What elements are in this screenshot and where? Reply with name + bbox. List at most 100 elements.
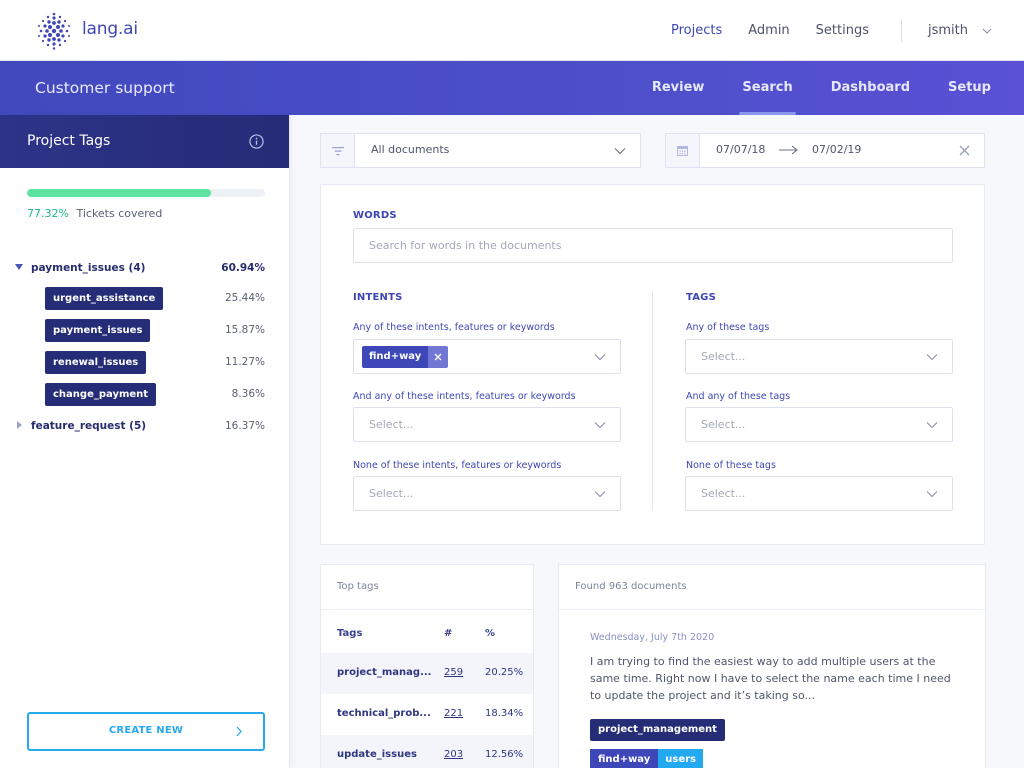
arrow-right-icon (779, 145, 798, 155)
tag-name: update_issues (337, 749, 417, 760)
tab-dashboard[interactable]: Dashboard (812, 61, 929, 115)
username: jsmith (928, 23, 968, 38)
intents-none-select[interactable]: Select... (353, 476, 621, 511)
table-row[interactable]: update_issues 203 12.56% (321, 735, 533, 768)
document-tag-chip[interactable]: project_management (590, 719, 725, 741)
section-divider (652, 291, 653, 511)
project-tabs: Review Search Dashboard Setup (633, 61, 1024, 115)
tag-tree: payment_issues (4) 60.94% urgent_assista… (0, 257, 290, 445)
tag-count-link[interactable]: 259 (444, 667, 463, 678)
sidebar-header: Project Tags (0, 115, 289, 168)
keyword-chip[interactable]: users (658, 749, 704, 768)
column-header-percent[interactable]: % (485, 628, 495, 639)
logo-text[interactable]: lang.ai (82, 19, 138, 39)
create-new-button[interactable]: CREATE NEW (27, 712, 265, 751)
table-row[interactable]: project_manag... 259 20.25% (321, 653, 533, 694)
coverage-progress-bar (27, 189, 265, 197)
chevron-right-icon (236, 726, 242, 737)
tag-percent: 12.56% (485, 749, 524, 760)
date-from-input[interactable]: 07/07/18 (716, 143, 765, 156)
top-tags-title: Top tags (337, 581, 379, 592)
calendar-icon-cell (666, 134, 700, 167)
tag-chip[interactable]: renewal_issues (45, 351, 147, 374)
select-placeholder: Select... (701, 418, 746, 431)
date-to-input[interactable]: 07/02/19 (812, 143, 861, 156)
nav-admin[interactable]: Admin (748, 23, 789, 38)
tags-none-label: None of these tags (686, 460, 776, 471)
tag-group-row[interactable]: payment_issues (4) 60.94% (0, 257, 290, 287)
filter-icon-cell (321, 134, 355, 167)
tag-percent: 20.25% (485, 667, 524, 678)
intent-token-label: find+way (362, 346, 429, 368)
date-range-filter[interactable]: 07/07/18 07/02/19 (665, 133, 985, 168)
tag-group-row[interactable]: feature_request (5) 16.37% (0, 415, 290, 445)
close-icon (434, 353, 442, 361)
column-header-count[interactable]: # (444, 628, 452, 639)
select-placeholder: Select... (369, 487, 414, 500)
table-row[interactable]: technical_prob... 221 18.34% (321, 694, 533, 735)
select-placeholder: Select... (701, 350, 746, 363)
intents-none-label: None of these intents, features or keywo… (353, 460, 562, 471)
results-count: Found 963 documents (575, 581, 687, 592)
intents-and-label: And any of these intents, features or ke… (353, 391, 576, 402)
top-tags-header: Top tags (321, 565, 533, 610)
document-text[interactable]: I am trying to find the easiest way to a… (590, 653, 960, 704)
documents-filter-select[interactable]: All documents (320, 133, 641, 168)
tags-section-label: TAGS (686, 292, 716, 303)
project-bar: Customer support Review Search Dashboard… (0, 61, 1024, 115)
intents-and-select[interactable]: Select... (353, 407, 621, 442)
calendar-icon (677, 146, 688, 156)
top-header: lang.ai Projects Admin Settings jsmith (0, 0, 1024, 61)
tab-setup[interactable]: Setup (929, 61, 1024, 115)
tags-none-select[interactable]: Select... (685, 476, 953, 511)
info-icon[interactable] (249, 134, 264, 149)
coverage-progress-fill (27, 189, 212, 197)
tab-search[interactable]: Search (723, 61, 811, 115)
chevron-down-icon (926, 422, 938, 429)
tag-child-value: 25.44% (224, 292, 265, 304)
coverage-percent: 77.32% (27, 207, 69, 220)
document-intent-chips: find+way users (590, 749, 704, 768)
filter-icon (331, 146, 344, 155)
tag-child-row: urgent_assistance 25.44% (0, 287, 290, 319)
document-date: Wednesday, July 7th 2020 (590, 632, 715, 643)
tag-group-value: 16.37% (224, 420, 265, 432)
tag-child-row: change_payment 8.36% (0, 383, 290, 415)
tag-count-link[interactable]: 221 (444, 708, 463, 719)
results-header: Found 963 documents (559, 565, 985, 610)
intent-chip[interactable]: find+way (590, 749, 659, 768)
intents-any-select[interactable]: find+way (353, 339, 621, 374)
tag-count-link[interactable]: 203 (444, 749, 463, 760)
chevron-down-icon (614, 148, 626, 155)
project-title: Customer support (35, 79, 175, 97)
create-new-label: CREATE NEW (108, 725, 184, 736)
user-menu[interactable]: jsmith (928, 23, 1024, 38)
lang-ai-logo-icon[interactable] (34, 10, 74, 50)
tag-chip[interactable]: change_payment (45, 383, 157, 406)
close-icon[interactable] (959, 145, 970, 156)
sidebar-title: Project Tags (27, 133, 111, 149)
tags-and-select[interactable]: Select... (685, 407, 953, 442)
column-header-tags[interactable]: Tags (337, 628, 362, 639)
caret-down-icon[interactable] (15, 263, 23, 271)
remove-token-button[interactable] (428, 346, 449, 368)
select-placeholder: Select... (701, 487, 746, 500)
words-search-input[interactable]: Search for words in the documents (353, 228, 953, 263)
tab-review[interactable]: Review (633, 61, 724, 115)
tag-child-value: 11.27% (224, 356, 265, 368)
tag-group-value: 60.94% (221, 262, 265, 274)
tag-group-name: feature_request (5) (31, 420, 147, 432)
nav-projects[interactable]: Projects (671, 23, 722, 38)
tags-any-select[interactable]: Select... (685, 339, 953, 374)
chevron-down-icon (982, 28, 992, 34)
tag-chip[interactable]: urgent_assistance (45, 287, 164, 310)
nav-settings[interactable]: Settings (816, 23, 869, 38)
tag-percent: 18.34% (485, 708, 524, 719)
intents-any-label: Any of these intents, features or keywor… (353, 322, 555, 333)
top-nav: Projects Admin Settings jsmith (645, 0, 1024, 61)
tag-chip[interactable]: payment_issues (45, 319, 151, 342)
chevron-down-icon (594, 422, 606, 429)
coverage-label: Tickets covered (76, 207, 163, 220)
caret-right-icon[interactable] (15, 421, 23, 429)
results-card: Found 963 documents Wednesday, July 7th … (558, 564, 986, 768)
